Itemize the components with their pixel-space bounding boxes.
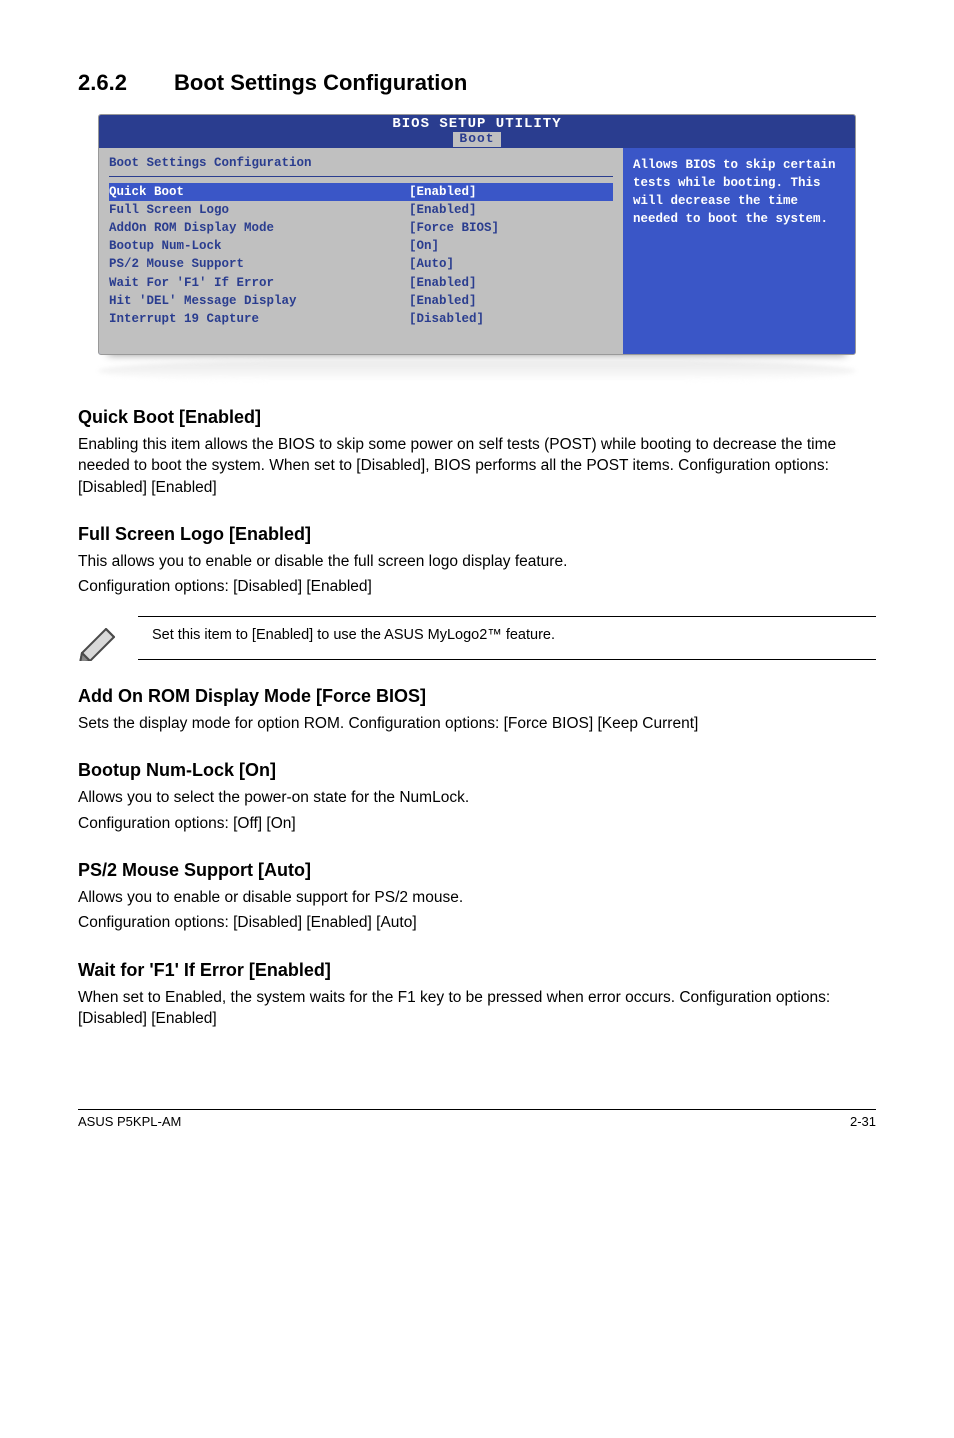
bios-row-int19: Interrupt 19 Capture [Disabled] bbox=[109, 310, 613, 328]
pencil-note-icon bbox=[76, 621, 124, 661]
bios-value: [Enabled] bbox=[409, 183, 477, 201]
bios-value: [Enabled] bbox=[409, 274, 477, 292]
para-addon-rom: Sets the display mode for option ROM. Co… bbox=[78, 713, 876, 734]
bios-row-quick-boot: Quick Boot [Enabled] bbox=[109, 183, 613, 201]
bios-value: [Enabled] bbox=[409, 201, 477, 219]
para-ps2-2: Configuration options: [Disabled] [Enabl… bbox=[78, 912, 876, 933]
bios-settings-panel: Boot Settings Configuration Quick Boot [… bbox=[99, 148, 623, 354]
para-quick-boot: Enabling this item allows the BIOS to sk… bbox=[78, 434, 876, 498]
bios-label: Wait For 'F1' If Error bbox=[109, 274, 409, 292]
bios-row-hit-del: Hit 'DEL' Message Display [Enabled] bbox=[109, 292, 613, 310]
bios-value: [Enabled] bbox=[409, 292, 477, 310]
bios-reflection bbox=[98, 361, 856, 381]
bios-value: [Auto] bbox=[409, 255, 454, 273]
bios-value: [Disabled] bbox=[409, 310, 484, 328]
para-numlock-2: Configuration options: [Off] [On] bbox=[78, 813, 876, 834]
bios-label: Hit 'DEL' Message Display bbox=[109, 292, 409, 310]
bios-label: PS/2 Mouse Support bbox=[109, 255, 409, 273]
bios-value: [Force BIOS] bbox=[409, 219, 499, 237]
heading-full-screen-logo: Full Screen Logo [Enabled] bbox=[78, 524, 876, 545]
bios-label: Full Screen Logo bbox=[109, 201, 409, 219]
bios-title-bar: BIOS SETUP UTILITY Boot bbox=[99, 115, 855, 148]
heading-quick-boot: Quick Boot [Enabled] bbox=[78, 407, 876, 428]
para-ps2-1: Allows you to enable or disable support … bbox=[78, 887, 876, 908]
heading-addon-rom: Add On ROM Display Mode [Force BIOS] bbox=[78, 686, 876, 707]
footer-right: 2-31 bbox=[850, 1114, 876, 1129]
bios-label: AddOn ROM Display Mode bbox=[109, 219, 409, 237]
para-full-screen-logo-2: Configuration options: [Disabled] [Enabl… bbox=[78, 576, 876, 597]
section-title: Boot Settings Configuration bbox=[174, 70, 467, 96]
bios-active-tab: Boot bbox=[453, 132, 500, 146]
bios-value: [On] bbox=[409, 237, 439, 255]
bios-row-full-screen-logo: Full Screen Logo [Enabled] bbox=[109, 201, 613, 219]
para-wait-f1: When set to Enabled, the system waits fo… bbox=[78, 987, 876, 1030]
section-number: 2.6.2 bbox=[78, 70, 174, 96]
note-text: Set this item to [Enabled] to use the AS… bbox=[152, 625, 555, 645]
bios-row-ps2: PS/2 Mouse Support [Auto] bbox=[109, 255, 613, 273]
bios-row-wait-f1: Wait For 'F1' If Error [Enabled] bbox=[109, 274, 613, 292]
bios-help-text: Allows BIOS to skip certain tests while … bbox=[633, 158, 836, 226]
para-full-screen-logo-1: This allows you to enable or disable the… bbox=[78, 551, 876, 572]
heading-wait-f1: Wait for 'F1' If Error [Enabled] bbox=[78, 960, 876, 981]
footer-left: ASUS P5KPL-AM bbox=[78, 1114, 181, 1129]
bios-label: Interrupt 19 Capture bbox=[109, 310, 409, 328]
bios-help-panel: Allows BIOS to skip certain tests while … bbox=[623, 148, 855, 354]
bios-row-numlock: Bootup Num-Lock [On] bbox=[109, 237, 613, 255]
bios-row-addon-rom: AddOn ROM Display Mode [Force BIOS] bbox=[109, 219, 613, 237]
bios-label: Bootup Num-Lock bbox=[109, 237, 409, 255]
bios-label: Quick Boot bbox=[109, 183, 409, 201]
heading-numlock: Bootup Num-Lock [On] bbox=[78, 760, 876, 781]
para-numlock-1: Allows you to select the power-on state … bbox=[78, 787, 876, 808]
heading-ps2: PS/2 Mouse Support [Auto] bbox=[78, 860, 876, 881]
bios-title: BIOS SETUP UTILITY bbox=[99, 117, 855, 132]
bios-panel-heading: Boot Settings Configuration bbox=[109, 154, 613, 177]
bios-utility-box: BIOS SETUP UTILITY Boot Boot Settings Co… bbox=[98, 114, 856, 355]
